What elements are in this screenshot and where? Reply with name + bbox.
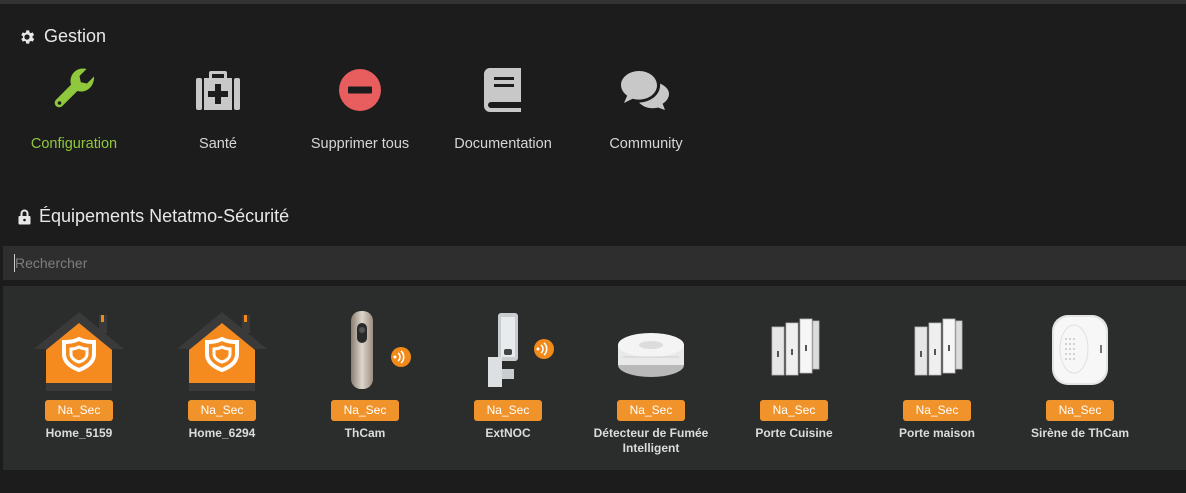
- comments-icon: [620, 66, 672, 114]
- device-badge: Na_Sec: [616, 400, 686, 421]
- top-bar: [0, 0, 1186, 4]
- wrench-icon: [50, 66, 98, 114]
- indoor-camera-icon: [315, 308, 415, 394]
- medical-bag-icon: [195, 66, 241, 114]
- smoke-detector-icon: [601, 308, 701, 394]
- device-name: ExtNOC: [485, 426, 531, 440]
- device-badge: Na_Sec: [187, 400, 257, 421]
- device-name: Home_6294: [188, 426, 256, 440]
- device-card[interactable]: Na_Sec ThCam: [295, 308, 435, 468]
- documentation-button[interactable]: Documentation: [431, 66, 575, 166]
- device-badge: Na_Sec: [473, 400, 543, 421]
- device-card[interactable]: Na_Sec Home_5159: [9, 308, 149, 468]
- device-card[interactable]: Na_Sec Home_6294: [152, 308, 292, 468]
- device-name: Porte maison: [898, 426, 976, 440]
- minus-circle-icon: [338, 66, 382, 114]
- device-badge: Na_Sec: [759, 400, 829, 421]
- door-sensor-icon: [887, 308, 987, 394]
- documentation-label: Documentation: [454, 136, 552, 152]
- device-card[interactable]: Na_Sec Sirène de ThCam: [1010, 308, 1150, 468]
- gestion-title-text: Gestion: [44, 26, 107, 46]
- device-name: Détecteur de Fumée Intelligent: [593, 426, 709, 455]
- device-badge: Na_Sec: [44, 400, 114, 421]
- home-shield-icon: [172, 308, 272, 394]
- sante-button[interactable]: Santé: [146, 66, 290, 166]
- gestion-actions: Configuration Santé Supprimer tous Docum…: [0, 66, 760, 166]
- device-card[interactable]: Na_Sec ExtNOC: [438, 308, 578, 468]
- text-caret: [14, 254, 15, 272]
- device-card[interactable]: Na_Sec Porte maison: [867, 308, 1007, 468]
- search-input[interactable]: [3, 246, 1186, 280]
- device-card[interactable]: Na_Sec Détecteur de Fumée Intelligent: [581, 308, 721, 468]
- equipements-section-title: Équipements Netatmo-Sécurité: [18, 206, 289, 227]
- device-badge: Na_Sec: [330, 400, 400, 421]
- device-name: Porte Cuisine: [755, 426, 833, 440]
- outdoor-camera-icon: [458, 308, 558, 394]
- device-name: Sirène de ThCam: [1030, 426, 1130, 440]
- door-sensor-icon: [744, 308, 844, 394]
- device-badge: Na_Sec: [902, 400, 972, 421]
- book-icon: [483, 66, 523, 114]
- supprimer-tous-label: Supprimer tous: [310, 136, 410, 152]
- community-button[interactable]: Community: [574, 66, 718, 166]
- device-name: Home_5159: [45, 426, 113, 440]
- sante-label: Santé: [199, 136, 237, 152]
- home-shield-icon: [29, 308, 129, 394]
- community-label: Community: [609, 136, 683, 152]
- supprimer-tous-button[interactable]: Supprimer tous: [288, 66, 432, 166]
- configuration-button[interactable]: Configuration: [2, 66, 146, 166]
- configuration-label: Configuration: [30, 136, 118, 152]
- device-card[interactable]: Na_Sec Porte Cuisine: [724, 308, 864, 468]
- device-name: ThCam: [344, 426, 386, 440]
- gear-icon: [18, 28, 36, 46]
- device-badge: Na_Sec: [1045, 400, 1115, 421]
- siren-icon: [1030, 308, 1130, 394]
- lock-icon: [18, 209, 31, 225]
- equipements-title-text: Équipements Netatmo-Sécurité: [39, 206, 290, 226]
- device-grid: Na_Sec Home_5159 Na_Sec Home_6294 Na_Sec…: [3, 286, 1186, 470]
- gestion-section-title: Gestion: [18, 26, 106, 47]
